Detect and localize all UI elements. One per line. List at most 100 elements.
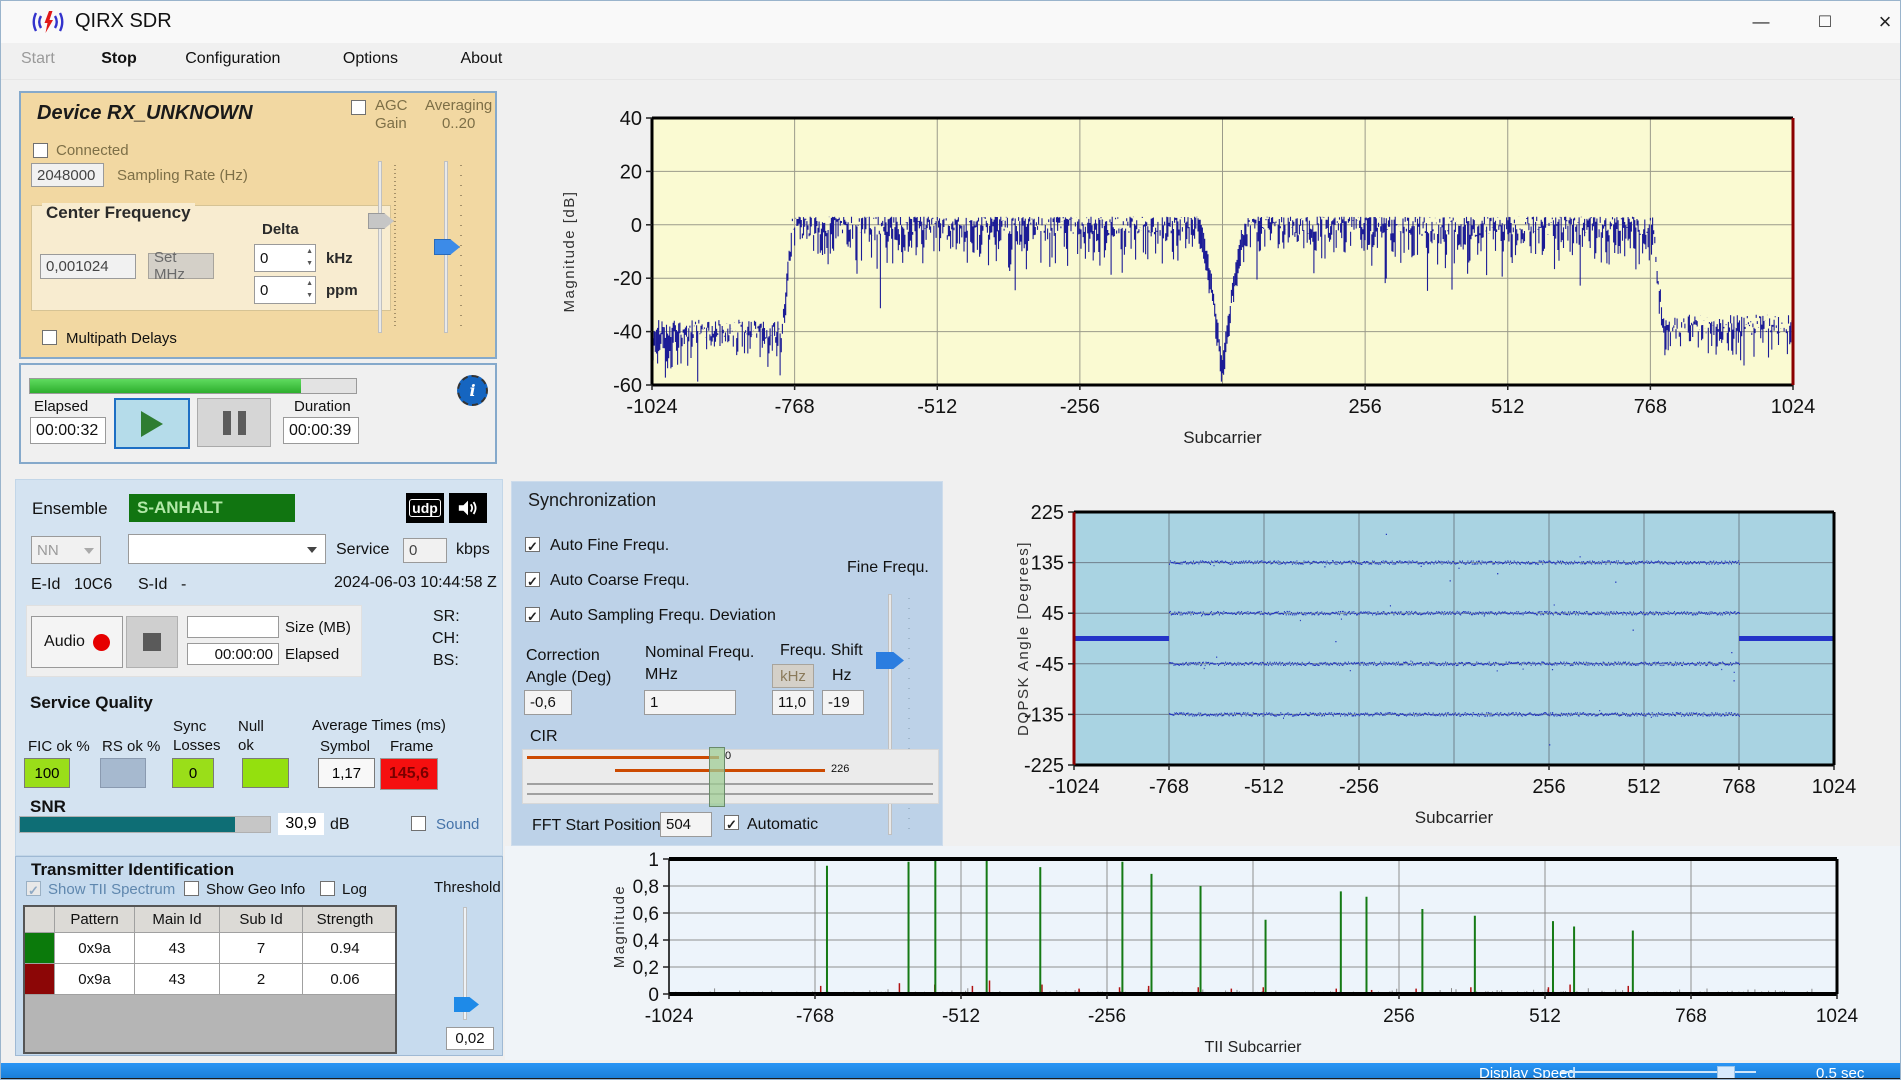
fine-frequ-slider-thumb[interactable] xyxy=(876,652,904,669)
duration-field: 00:00:39 xyxy=(283,417,359,444)
auto-fine-label: Auto Fine Frequ. xyxy=(550,537,669,555)
cir-marker-0: 0 xyxy=(725,750,731,762)
log-checkbox[interactable] xyxy=(320,881,335,896)
fic-label: FIC ok % xyxy=(28,738,90,755)
pattern-swatch xyxy=(25,933,55,963)
display-speed-slider-thumb[interactable] xyxy=(1717,1066,1735,1078)
set-mhz-button[interactable]: Set MHz xyxy=(148,253,214,279)
play-button[interactable] xyxy=(114,398,190,449)
table-row[interactable]: 0x9a 43 7 0.94 xyxy=(25,933,395,964)
correction-angle-label: CorrectionAngle (Deg) xyxy=(526,645,611,689)
speaker-icon[interactable] xyxy=(449,493,487,523)
udp-button[interactable]: udp xyxy=(406,493,444,523)
info-icon[interactable]: i xyxy=(457,375,488,406)
agc-checkbox[interactable] xyxy=(351,100,366,115)
auto-fine-checkbox[interactable] xyxy=(525,537,540,552)
play-icon xyxy=(141,411,163,437)
svg-text:-20: -20 xyxy=(613,268,642,290)
pause-button[interactable] xyxy=(197,398,271,447)
elapsed-field: 00:00:32 xyxy=(30,417,106,444)
averaging-slider-thumb[interactable] xyxy=(434,239,460,255)
svg-text:0,6: 0,6 xyxy=(633,904,659,925)
tii-col-sub-id: Sub Id xyxy=(220,907,303,932)
fic-ok-value: 100 xyxy=(24,758,70,788)
spinner-arrows-icon[interactable]: ▲▼ xyxy=(306,246,313,270)
connected-label: Connected xyxy=(56,142,129,159)
null-ok-label: Nullok xyxy=(238,717,264,755)
ch-label: CH: xyxy=(432,630,460,648)
sid-label: S-Id xyxy=(138,576,167,594)
threshold-slider-thumb[interactable] xyxy=(454,997,479,1012)
svg-text:512: 512 xyxy=(1491,396,1524,418)
svg-text:-1024: -1024 xyxy=(645,1006,694,1027)
ensemble-label: Ensemble xyxy=(32,499,108,519)
svg-text:-768: -768 xyxy=(796,1006,834,1027)
audio-record-button[interactable]: Audio xyxy=(31,616,123,668)
hz-label: Hz xyxy=(832,667,852,685)
svg-text:225: 225 xyxy=(1031,502,1064,524)
maximize-button[interactable]: □ xyxy=(1803,7,1847,37)
svg-text:-45: -45 xyxy=(1035,654,1064,676)
show-tii-checkbox[interactable] xyxy=(26,881,41,896)
svg-text:-512: -512 xyxy=(1244,776,1284,798)
spinner-arrows-icon[interactable]: ▲▼ xyxy=(306,278,313,302)
menu-configuration[interactable]: Configuration xyxy=(171,43,294,75)
connected-checkbox[interactable] xyxy=(33,143,48,158)
svg-text:Subcarrier: Subcarrier xyxy=(1415,808,1494,827)
sampling-rate-label: Sampling Rate (Hz) xyxy=(117,167,248,184)
sampling-rate-field[interactable]: 2048000 xyxy=(31,163,104,187)
show-geo-checkbox[interactable] xyxy=(184,881,199,896)
chevron-down-icon xyxy=(84,548,94,554)
delta-ppm-spinner[interactable]: 0 ▲▼ xyxy=(254,276,316,304)
automatic-checkbox[interactable] xyxy=(724,815,739,830)
svg-text:-60: -60 xyxy=(613,375,642,397)
qirx-sdr-window: QIRX SDR — □ × Start Stop Configuration … xyxy=(0,0,1901,1080)
delta-label: Delta xyxy=(262,221,299,238)
minimize-button[interactable]: — xyxy=(1739,7,1783,37)
menu-start[interactable]: Start xyxy=(7,43,69,75)
averaging-slider-ticks xyxy=(460,165,462,329)
tii-col-pattern: Pattern xyxy=(55,907,135,932)
snr-unit: dB xyxy=(330,816,350,834)
service-label: Service xyxy=(336,541,389,559)
auto-sampling-checkbox[interactable] xyxy=(525,607,540,622)
log-label: Log xyxy=(342,881,367,898)
audio-recorder-panel: Audio Size (MB) 00:00:00 Elapsed xyxy=(26,605,362,677)
audio-stop-button[interactable] xyxy=(126,616,178,668)
title-bar: QIRX SDR — □ × xyxy=(1,1,1901,43)
svg-text:512: 512 xyxy=(1529,1006,1561,1027)
svg-text:45: 45 xyxy=(1042,603,1064,625)
khz-toggle-button[interactable]: kHz xyxy=(772,664,814,688)
svg-text:135: 135 xyxy=(1031,553,1064,575)
auto-coarse-checkbox[interactable] xyxy=(525,572,540,587)
svg-text:-768: -768 xyxy=(775,396,815,418)
playback-progress-bar[interactable] xyxy=(29,378,357,394)
sound-checkbox[interactable] xyxy=(411,816,426,831)
cir-display[interactable]: 0 226 xyxy=(522,749,939,804)
agc-gain-slider[interactable] xyxy=(378,161,382,333)
frame-time-value: 145,6 xyxy=(380,758,438,790)
pause-icon xyxy=(223,411,231,435)
close-button[interactable]: × xyxy=(1863,7,1901,37)
snr-value: 30,9 xyxy=(278,813,324,835)
menu-about[interactable]: About xyxy=(446,43,516,75)
record-icon xyxy=(93,634,110,651)
menu-stop[interactable]: Stop xyxy=(87,43,151,75)
svg-text:-1024: -1024 xyxy=(1048,776,1099,798)
cir-position-handle[interactable] xyxy=(709,747,725,807)
svg-text:1: 1 xyxy=(648,850,659,871)
tii-col-main-id: Main Id xyxy=(135,907,220,932)
ppm-unit-label: ppm xyxy=(326,282,358,299)
delta-khz-spinner[interactable]: 0 ▲▼ xyxy=(254,244,316,272)
duration-label: Duration xyxy=(294,398,351,415)
multipath-checkbox[interactable] xyxy=(42,330,57,345)
menu-options[interactable]: Options xyxy=(329,43,412,75)
fft-start-field: 504 xyxy=(660,812,712,837)
nominal-frequ-field: 1 xyxy=(644,690,736,715)
nn-dropdown[interactable]: NN xyxy=(31,536,101,564)
size-field xyxy=(187,616,279,638)
table-row[interactable]: 0x9a 43 2 0.06 xyxy=(25,964,395,995)
service-dropdown[interactable] xyxy=(128,534,326,564)
svg-text:768: 768 xyxy=(1675,1006,1707,1027)
frequency-field[interactable]: 0,001024 xyxy=(40,254,136,279)
